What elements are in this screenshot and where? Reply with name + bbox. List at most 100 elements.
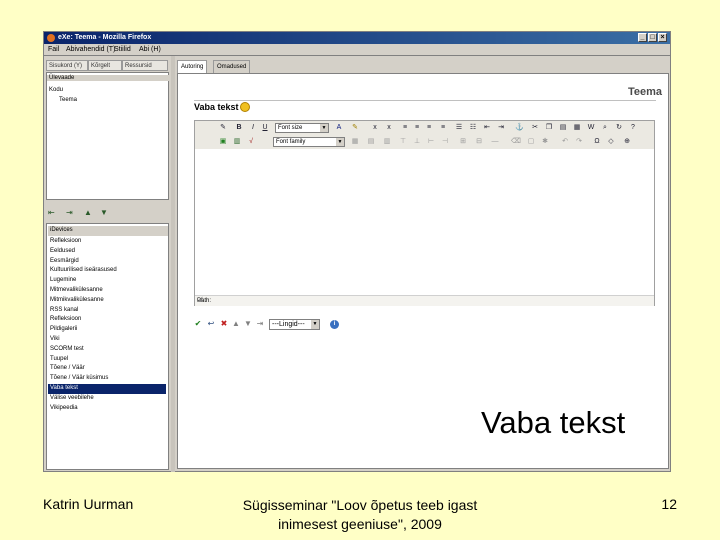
idevice-item[interactable]: Vikipeedia	[50, 404, 166, 414]
row-props-icon[interactable]: ▤	[367, 138, 375, 146]
link-icon[interactable]: ⇥	[256, 320, 264, 328]
tab-high[interactable]: Kõrgelt	[88, 60, 122, 71]
insert-col-icon[interactable]: ⊢	[427, 138, 435, 146]
delete-row-icon[interactable]: ⊥	[413, 138, 421, 146]
delete-col-icon[interactable]: ⊣	[441, 138, 449, 146]
hr-icon[interactable]: —	[491, 138, 499, 146]
align-center-icon[interactable]: ≡	[413, 124, 421, 132]
redo-icon[interactable]: ↷	[575, 138, 583, 146]
indent-icon[interactable]: ⇥	[497, 124, 505, 132]
move-down-icon[interactable]: ▼	[244, 320, 252, 328]
align-left-icon[interactable]: ≡	[401, 124, 409, 132]
split-cell-icon[interactable]: ⊞	[459, 138, 467, 146]
save-icon[interactable]: ▥	[233, 138, 241, 146]
idevice-item[interactable]: Viki	[50, 335, 166, 345]
done-icon[interactable]: ✔	[194, 320, 202, 328]
underline-icon[interactable]: U	[261, 124, 269, 132]
numbered-list-icon[interactable]: ☷	[469, 124, 477, 132]
menu-help[interactable]: Abi (H)	[139, 44, 161, 55]
close-button[interactable]: ×	[658, 33, 667, 42]
editor-text-area[interactable]	[195, 149, 654, 295]
align-right-icon[interactable]: ≡	[425, 124, 433, 132]
demote-icon[interactable]: ⇥	[66, 208, 73, 218]
math-icon[interactable]: √	[247, 138, 255, 146]
justify-icon[interactable]: ≡	[439, 124, 447, 132]
move-down-icon[interactable]: ▼	[100, 208, 108, 218]
tab-resources[interactable]: Ressursid	[122, 60, 168, 71]
copy-icon[interactable]: ❐	[545, 124, 553, 132]
idevice-icon	[240, 102, 250, 112]
visual-aid-icon[interactable]: ▢	[527, 138, 535, 146]
italic-icon[interactable]: I	[249, 124, 257, 132]
move-up-icon[interactable]: ▲	[232, 320, 240, 328]
delete-icon[interactable]: ✖	[220, 320, 228, 328]
menu-tools[interactable]: Abivahendid (T)	[66, 44, 115, 55]
idevice-item[interactable]: Eeldused	[50, 247, 166, 257]
edit-icon[interactable]: ✎	[219, 124, 227, 132]
image-icon[interactable]: ▣	[219, 138, 227, 146]
idevice-item[interactable]: Mitmikvalikülesanne	[50, 296, 166, 306]
move-up-icon[interactable]: ▲	[84, 208, 92, 218]
outline-item-topic[interactable]: Teema	[59, 97, 77, 103]
idevice-item[interactable]: Tõene / Väär küsimus	[50, 374, 166, 384]
tab-properties[interactable]: Omadused	[213, 60, 251, 73]
resize-grip-icon[interactable]: ◢	[197, 295, 652, 305]
idevice-item[interactable]: Vaba tekst	[48, 384, 166, 394]
bullet-list-icon[interactable]: ☰	[455, 124, 463, 132]
idevice-item[interactable]: Pildigalerii	[50, 325, 166, 335]
cut-icon[interactable]: ✂	[531, 124, 539, 132]
tab-authoring[interactable]: Autoring	[177, 60, 208, 74]
fullscreen-icon[interactable]: ⊕	[623, 138, 631, 146]
idevice-item[interactable]: Eesmärgid	[50, 257, 166, 267]
menu-styles[interactable]: Stiilid	[114, 44, 131, 55]
idevice-item[interactable]: SCORM test	[50, 345, 166, 355]
info-icon[interactable]: i	[330, 320, 339, 329]
html-source-icon[interactable]: ◇	[607, 138, 615, 146]
anchor-icon[interactable]: ⚓	[515, 124, 524, 132]
highlight-icon[interactable]: ✎	[351, 124, 359, 132]
idevice-item[interactable]: Tuupel	[50, 355, 166, 365]
editor-path-bar: Path: ◢	[195, 295, 654, 306]
cleanup-icon[interactable]: ✱	[541, 138, 549, 146]
table-icon[interactable]: ▦	[351, 138, 359, 146]
outline-item-home[interactable]: Kodu	[49, 87, 63, 93]
bold-icon[interactable]: B	[235, 124, 243, 132]
merge-cell-icon[interactable]: ⊟	[475, 138, 483, 146]
paste-icon[interactable]: ▤	[559, 124, 567, 132]
idevice-item[interactable]: Tõene / Väär	[50, 364, 166, 374]
replace-icon[interactable]: ↻	[615, 124, 623, 132]
tab-outline[interactable]: Sisukord (Y)	[46, 60, 88, 71]
idevice-item[interactable]: Välise veebilehe	[50, 394, 166, 404]
move-icon[interactable]: ↩	[207, 320, 215, 328]
cell-props-icon[interactable]: ▥	[383, 138, 391, 146]
font-family-select[interactable]: Font family ▼	[273, 137, 345, 147]
superscript-icon[interactable]: x	[385, 124, 393, 132]
section-divider	[194, 100, 656, 101]
editor-toolbar-row-2: ▣ ▥ √ Font family ▼ ▦ ▤ ▥ ⊤ ⊥ ⊢ ⊣ ⊞ ⊟ — ⌫…	[195, 135, 654, 150]
idevice-item[interactable]: Refleksioon	[50, 315, 166, 325]
special-char-icon[interactable]: Ω	[593, 138, 601, 146]
paste-word-icon[interactable]: W	[587, 124, 595, 132]
idevice-item[interactable]: Kultuurilised iseärasused	[50, 266, 166, 276]
idevice-item[interactable]: Lugemine	[50, 276, 166, 286]
undo-icon[interactable]: ↶	[561, 138, 569, 146]
minimize-button[interactable]: _	[638, 33, 647, 42]
panel-splitter[interactable]	[171, 56, 175, 472]
text-color-icon[interactable]: A	[335, 124, 343, 132]
menu-file[interactable]: Fail	[48, 44, 59, 55]
search-icon[interactable]: ⌕	[601, 124, 609, 132]
idevice-item[interactable]: Refleksioon	[50, 237, 166, 247]
insert-row-icon[interactable]: ⊤	[399, 138, 407, 146]
promote-icon[interactable]: ⇤	[48, 208, 55, 218]
idevice-action-bar: ✔ ↩ ✖ ▲ ▼ ⇥ ---Lingid--- ▼ i	[194, 319, 354, 331]
outdent-icon[interactable]: ⇤	[483, 124, 491, 132]
maximize-button[interactable]: □	[648, 33, 657, 42]
remove-format-icon[interactable]: ⌫	[511, 138, 521, 146]
idevice-item[interactable]: Mitmevalikülesanne	[50, 286, 166, 296]
paste-text-icon[interactable]: ▦	[573, 124, 581, 132]
font-size-select[interactable]: Font size ▼	[275, 123, 329, 133]
link-select[interactable]: ---Lingid--- ▼	[269, 319, 320, 330]
help-icon[interactable]: ?	[629, 124, 637, 132]
subscript-icon[interactable]: x	[371, 124, 379, 132]
idevice-item[interactable]: RSS kanal	[50, 306, 166, 316]
